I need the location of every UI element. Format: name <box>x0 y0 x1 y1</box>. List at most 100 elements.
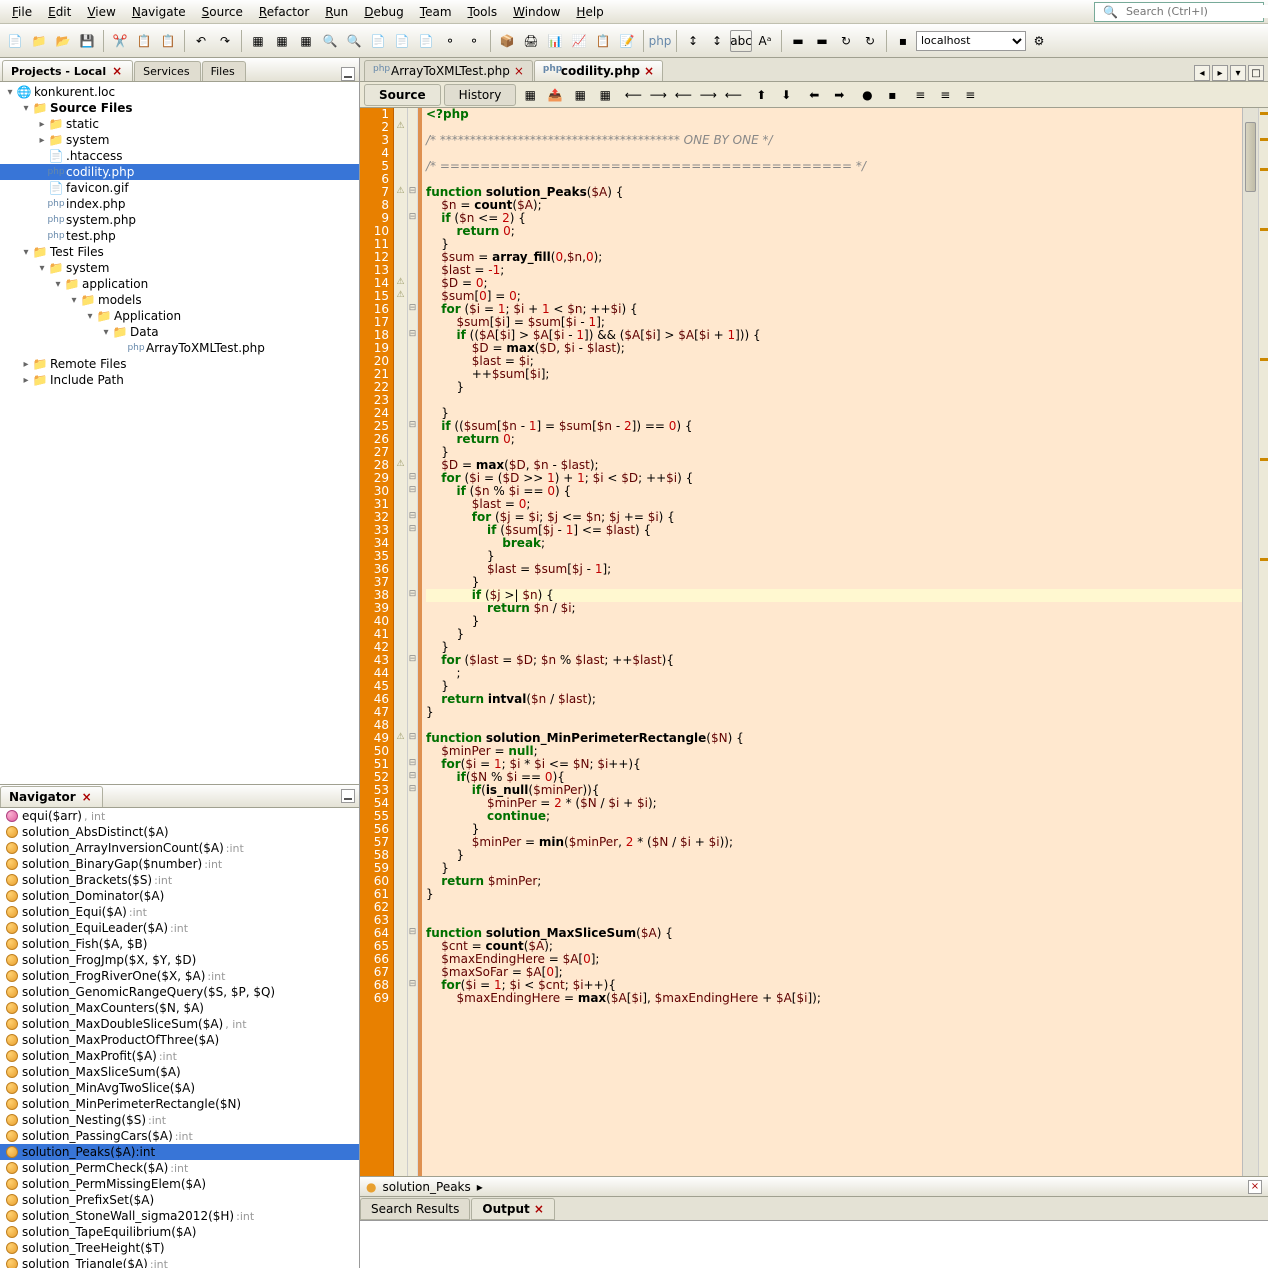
navigator-item[interactable]: solution_MaxCounters($N, $A) <box>0 1000 359 1016</box>
tree-item[interactable]: ▾📁Data <box>0 324 359 340</box>
tree-item[interactable]: phpindex.php <box>0 196 359 212</box>
tree-item[interactable]: ▸📁system <box>0 132 359 148</box>
close-icon[interactable]: × <box>112 64 122 78</box>
navigator-item[interactable]: solution_StoneWall_sigma2012($H):int <box>0 1208 359 1224</box>
tree-item[interactable]: ▾📁application <box>0 276 359 292</box>
tree-twisty[interactable]: ▾ <box>20 103 32 114</box>
editor-toolbar-icon[interactable]: ▦ <box>519 84 541 106</box>
navigator-item[interactable]: solution_Peaks($A):int <box>0 1144 359 1160</box>
tree-twisty[interactable]: ▾ <box>36 263 48 274</box>
editor-toolbar-icon[interactable]: ⟶ <box>647 84 669 106</box>
navigator-item[interactable]: solution_Equi($A):int <box>0 904 359 920</box>
navigator-item[interactable]: solution_PrefixSet($A) <box>0 1192 359 1208</box>
navigator-item[interactable]: solution_EquiLeader($A):int <box>0 920 359 936</box>
menu-refactor[interactable]: Refactor <box>251 3 317 21</box>
tree-twisty[interactable]: ▾ <box>52 279 64 290</box>
menu-file[interactable]: File <box>4 3 40 21</box>
tb-icon[interactable]: ▬ <box>787 30 809 52</box>
code-editor[interactable]: 1234567891011121314151617181920212223242… <box>360 108 1268 1176</box>
tb-icon[interactable]: ▪ <box>892 30 914 52</box>
tb-icon[interactable]: ⚬ <box>439 30 461 52</box>
search-input[interactable] <box>1126 5 1268 18</box>
tb-icon[interactable]: ↕ <box>682 30 704 52</box>
tb-icon[interactable]: ⚬ <box>463 30 485 52</box>
tree-item[interactable]: ▾📁Source Files <box>0 100 359 116</box>
navigator-item[interactable]: solution_MaxSliceSum($A) <box>0 1064 359 1080</box>
next-tab-button[interactable]: ▸ <box>1212 65 1228 81</box>
fold-margin[interactable]: ⊟⊟⊟⊟⊟⊟⊟⊟⊟⊟⊟⊟⊟⊟⊟⊟⊟ <box>408 108 418 1176</box>
tb-icon[interactable]: ↻ <box>835 30 857 52</box>
menu-run[interactable]: Run <box>317 3 356 21</box>
tree-item[interactable]: ▸📁Include Path <box>0 372 359 388</box>
tb-icon[interactable]: 📄 <box>391 30 413 52</box>
menu-debug[interactable]: Debug <box>356 3 411 21</box>
copy-button[interactable]: 📋 <box>133 30 155 52</box>
panel-tab-services[interactable]: Services <box>134 61 200 81</box>
editor-toolbar-icon[interactable]: 📤 <box>544 84 566 106</box>
project-tree[interactable]: ▾🌐konkurent.loc▾📁Source Files▸📁static▸📁s… <box>0 82 359 784</box>
editor-toolbar-icon[interactable]: ▦ <box>594 84 616 106</box>
menu-help[interactable]: Help <box>568 3 611 21</box>
editor-toolbar-icon[interactable]: ▪ <box>881 84 903 106</box>
tree-twisty[interactable]: ▾ <box>100 327 112 338</box>
navigator-item[interactable]: solution_TapeEquilibrium($A) <box>0 1224 359 1240</box>
editor-toolbar-icon[interactable]: ≡ <box>934 84 956 106</box>
editor-toolbar-icon[interactable]: ➡ <box>828 84 850 106</box>
new-file-button[interactable]: 📄 <box>4 30 26 52</box>
tb-icon[interactable]: ▦ <box>247 30 269 52</box>
close-icon[interactable]: × <box>1248 1180 1262 1194</box>
menu-source[interactable]: Source <box>194 3 251 21</box>
tree-twisty[interactable]: ▾ <box>68 295 80 306</box>
close-icon[interactable]: × <box>644 64 654 78</box>
editor-toolbar-icon[interactable]: ≡ <box>959 84 981 106</box>
tb-icon[interactable]: abc <box>730 30 752 52</box>
cut-button[interactable]: ✂️ <box>109 30 131 52</box>
save-all-button[interactable]: 💾 <box>76 30 98 52</box>
editor-toolbar-icon[interactable]: ⬆ <box>750 84 772 106</box>
tree-item[interactable]: phptest.php <box>0 228 359 244</box>
tree-twisty[interactable]: ▾ <box>20 247 32 258</box>
tree-item[interactable]: phpArrayToXMLTest.php <box>0 340 359 356</box>
tb-icon[interactable]: 📦 <box>496 30 518 52</box>
code-area[interactable]: <?php/* ********************************… <box>422 108 1242 1176</box>
close-icon[interactable]: × <box>82 790 92 804</box>
tb-icon[interactable]: 📊 <box>544 30 566 52</box>
tree-twisty[interactable]: ▸ <box>20 359 32 370</box>
navigator-item[interactable]: solution_MaxProductOfThree($A) <box>0 1032 359 1048</box>
source-tab-source[interactable]: Source <box>364 84 441 106</box>
tree-item[interactable]: ▾📁system <box>0 260 359 276</box>
tb-icon[interactable]: ↻ <box>859 30 881 52</box>
redo-button[interactable]: ↷ <box>214 30 236 52</box>
tb-icon[interactable]: Aᵃ <box>754 30 776 52</box>
tree-item[interactable]: 📄favicon.gif <box>0 180 359 196</box>
undo-button[interactable]: ↶ <box>190 30 212 52</box>
tree-item[interactable]: ▾📁models <box>0 292 359 308</box>
navigator-item[interactable]: solution_MaxDoubleSliceSum($A), int <box>0 1016 359 1032</box>
navigator-item[interactable]: equi($arr), int <box>0 808 359 824</box>
source-tab-history[interactable]: History <box>444 84 517 106</box>
navigator-item[interactable]: solution_TreeHeight($T) <box>0 1240 359 1256</box>
navigator-item[interactable]: solution_Nesting($S):int <box>0 1112 359 1128</box>
menu-team[interactable]: Team <box>412 3 460 21</box>
open-button[interactable]: 📂 <box>52 30 74 52</box>
menu-navigate[interactable]: Navigate <box>124 3 194 21</box>
navigator-tab[interactable]: Navigator× <box>0 786 103 807</box>
tree-twisty[interactable]: ▾ <box>84 311 96 322</box>
scrollbar-thumb[interactable] <box>1245 122 1256 192</box>
tb-icon[interactable]: ▦ <box>271 30 293 52</box>
tb-icon[interactable]: 📋 <box>592 30 614 52</box>
tree-item[interactable]: ▸📁static <box>0 116 359 132</box>
navigator-item[interactable]: solution_PermCheck($A):int <box>0 1160 359 1176</box>
new-project-button[interactable]: 📁 <box>28 30 50 52</box>
editor-tab[interactable]: phpcodility.php× <box>534 60 663 81</box>
navigator-item[interactable]: solution_MinPerimeterRectangle($N) <box>0 1096 359 1112</box>
menu-tools[interactable]: Tools <box>460 3 506 21</box>
editor-toolbar-icon[interactable]: ● <box>856 84 878 106</box>
tb-icon[interactable]: ▦ <box>295 30 317 52</box>
navigator-item[interactable]: solution_BinaryGap($number):int <box>0 856 359 872</box>
tree-twisty[interactable]: ▸ <box>36 119 48 130</box>
maximize-button[interactable]: □ <box>1248 65 1264 81</box>
navigator-item[interactable]: solution_Brackets($S):int <box>0 872 359 888</box>
editor-toolbar-icon[interactable]: ⟵ <box>622 84 644 106</box>
tb-icon[interactable]: 🖨 <box>520 30 542 52</box>
